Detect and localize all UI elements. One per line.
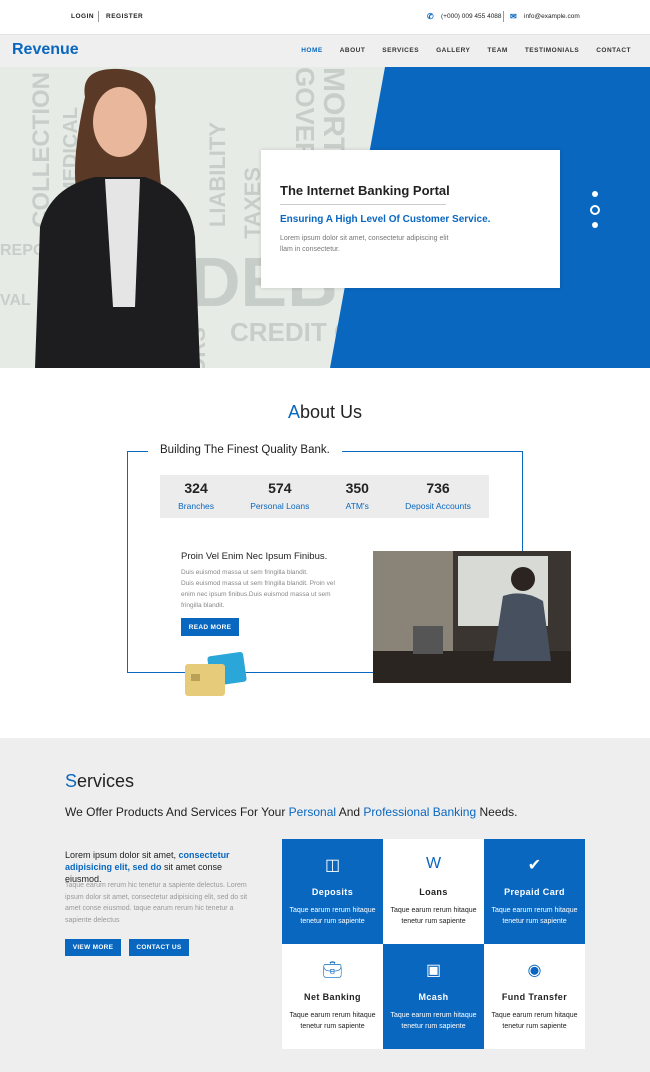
phone-icon: ✆ [427, 12, 435, 21]
mastercard-icon: ◉ [527, 962, 542, 979]
stat-item: 350 ATM's [346, 480, 369, 514]
service-deposits[interactable]: ◫ Deposits Taque earum rerum hitaque tenet… [282, 839, 383, 944]
check-icon: ✔ [527, 857, 542, 874]
hero-subtitle: Ensuring A High Level Of Customer Servic… [280, 214, 491, 225]
service-prepaid-card[interactable]: ✔ Prepaid Card Taque earum rerum hitaque t… [484, 839, 585, 944]
read-more-button[interactable]: READ MORE [181, 618, 239, 636]
services-subtitle: We Offer Products And Services For Your … [65, 805, 518, 819]
stat-value: 350 [345, 479, 369, 496]
mail-icon: ✉ [510, 12, 518, 21]
phone-number: (+000) 009 455 4088 [441, 13, 502, 20]
stat-value: 736 [426, 479, 450, 496]
inbox-icon: ▣ [425, 962, 442, 979]
nav-contact[interactable]: CONTACT [596, 47, 631, 54]
service-fund-transfer[interactable]: ◉ Fund Transfer Taque earum rerum hitaque … [484, 944, 585, 1049]
stat-item: 736 Deposit Accounts [405, 480, 471, 514]
divider [98, 11, 99, 22]
stats-bar: 324 Branches 574 Personal Loans 350 ATM's 736 D… [160, 475, 489, 518]
divider [503, 11, 504, 22]
stat-label: Personal Loans [250, 500, 310, 511]
view-more-button[interactable]: VIEW MORE [65, 939, 121, 956]
hero-text: Lorem ipsum dolor sit amet, consectetur … [280, 235, 449, 253]
stat-label: ATM's [345, 500, 369, 511]
service-title: Mcash [418, 992, 449, 1002]
nav-team[interactable]: TEAM [487, 47, 507, 54]
about-heading: Proin Vel Enim Nec Ipsum Finibus. [181, 551, 328, 562]
service-title: Deposits [311, 887, 354, 897]
credit-cards-image [185, 652, 247, 696]
hero-title: The Internet Banking Portal [280, 183, 450, 198]
about-text-2: Duis euismod massa ut sem fringilla blan… [181, 580, 335, 609]
contact-us-button[interactable]: CONTACT US [129, 939, 189, 956]
about-title: About Us [287, 402, 363, 422]
stat-label: Deposit Accounts [405, 500, 471, 511]
briefcase-icon: 💼︎ [322, 962, 343, 979]
service-title: Net Banking [304, 992, 361, 1002]
services-grid: ◫ Deposits Taque earum rerum hitaque tenet… [282, 839, 585, 1049]
slider-dot-2-active[interactable] [590, 205, 600, 215]
register-link[interactable]: REGISTER [106, 13, 143, 20]
slider-dot-1[interactable] [592, 191, 598, 197]
service-mcash[interactable]: ▣ Mcash Taque earum rerum hitaque tenetur … [383, 944, 484, 1049]
top-bar: LOGIN REGISTER ✆ (+000) 009 455 4088 ✉ i… [0, 0, 650, 34]
hero-card: The Internet Banking Portal Ensuring A H… [261, 150, 560, 288]
service-title: Fund Transfer [501, 992, 568, 1002]
stat-label: Branches [178, 500, 215, 511]
hero-divider [280, 204, 446, 205]
about-frame-title: Building The Finest Quality Bank. [148, 444, 342, 456]
services-text: Taque earum rerum hic tenetur a sapiente… [65, 882, 248, 924]
service-loans[interactable]: W Loans Taque earum rerum hitaque tenetur … [383, 839, 484, 944]
service-title: Prepaid Card [504, 887, 565, 897]
nav-links: HOME ABOUT SERVICES GALLERY TEAM TESTIMONIALS… [301, 47, 631, 54]
stat-item: 574 Personal Loans [250, 480, 309, 514]
nav-home[interactable]: HOME [301, 47, 323, 54]
office-photo [373, 551, 571, 683]
service-text: Taque earum rerum hitaque tenetur rum sa… [390, 907, 477, 925]
nav-about[interactable]: ABOUT [340, 47, 366, 54]
diners-card-icon: ◫ [324, 857, 341, 874]
slider-dot-3[interactable] [592, 222, 598, 228]
service-net-banking[interactable]: 💼︎ Net Banking Taque earum rerum hitaque t… [282, 944, 383, 1049]
service-text: Taque earum rerum hitaque tenetur rum sa… [390, 1012, 477, 1030]
login-link[interactable]: LOGIN [71, 13, 94, 20]
stat-value: 324 [184, 479, 208, 496]
main-nav: Revenue HOME ABOUT SERVICES GALLERY TEAM TEST… [0, 34, 650, 67]
service-text: Taque earum rerum hitaque tenetur rum sa… [289, 1012, 376, 1030]
about-text-1: Duis euismod massa ut sem fringilla blan… [181, 569, 308, 576]
service-text: Taque earum rerum hitaque tenetur rum sa… [491, 1012, 578, 1030]
nav-services[interactable]: SERVICES [382, 47, 419, 54]
nav-testimonials[interactable]: TESTIMONIALS [525, 47, 579, 54]
about-text: Duis euismod massa ut sem fringilla blan… [181, 567, 341, 611]
service-text: Taque earum rerum hitaque tenetur rum sa… [491, 907, 578, 925]
service-title: Loans [419, 887, 448, 897]
logo[interactable]: Revenue [12, 41, 79, 59]
wallet-icon: W [425, 855, 442, 872]
email-link[interactable]: info@example.com [524, 13, 580, 20]
nav-gallery[interactable]: GALLERY [436, 47, 470, 54]
services-title: Services [65, 771, 135, 791]
service-text: Taque earum rerum hitaque tenetur rum sa… [289, 907, 376, 925]
hero-person-image [35, 68, 200, 368]
stat-item: 324 Branches [178, 480, 214, 514]
stat-value: 574 [268, 479, 292, 496]
